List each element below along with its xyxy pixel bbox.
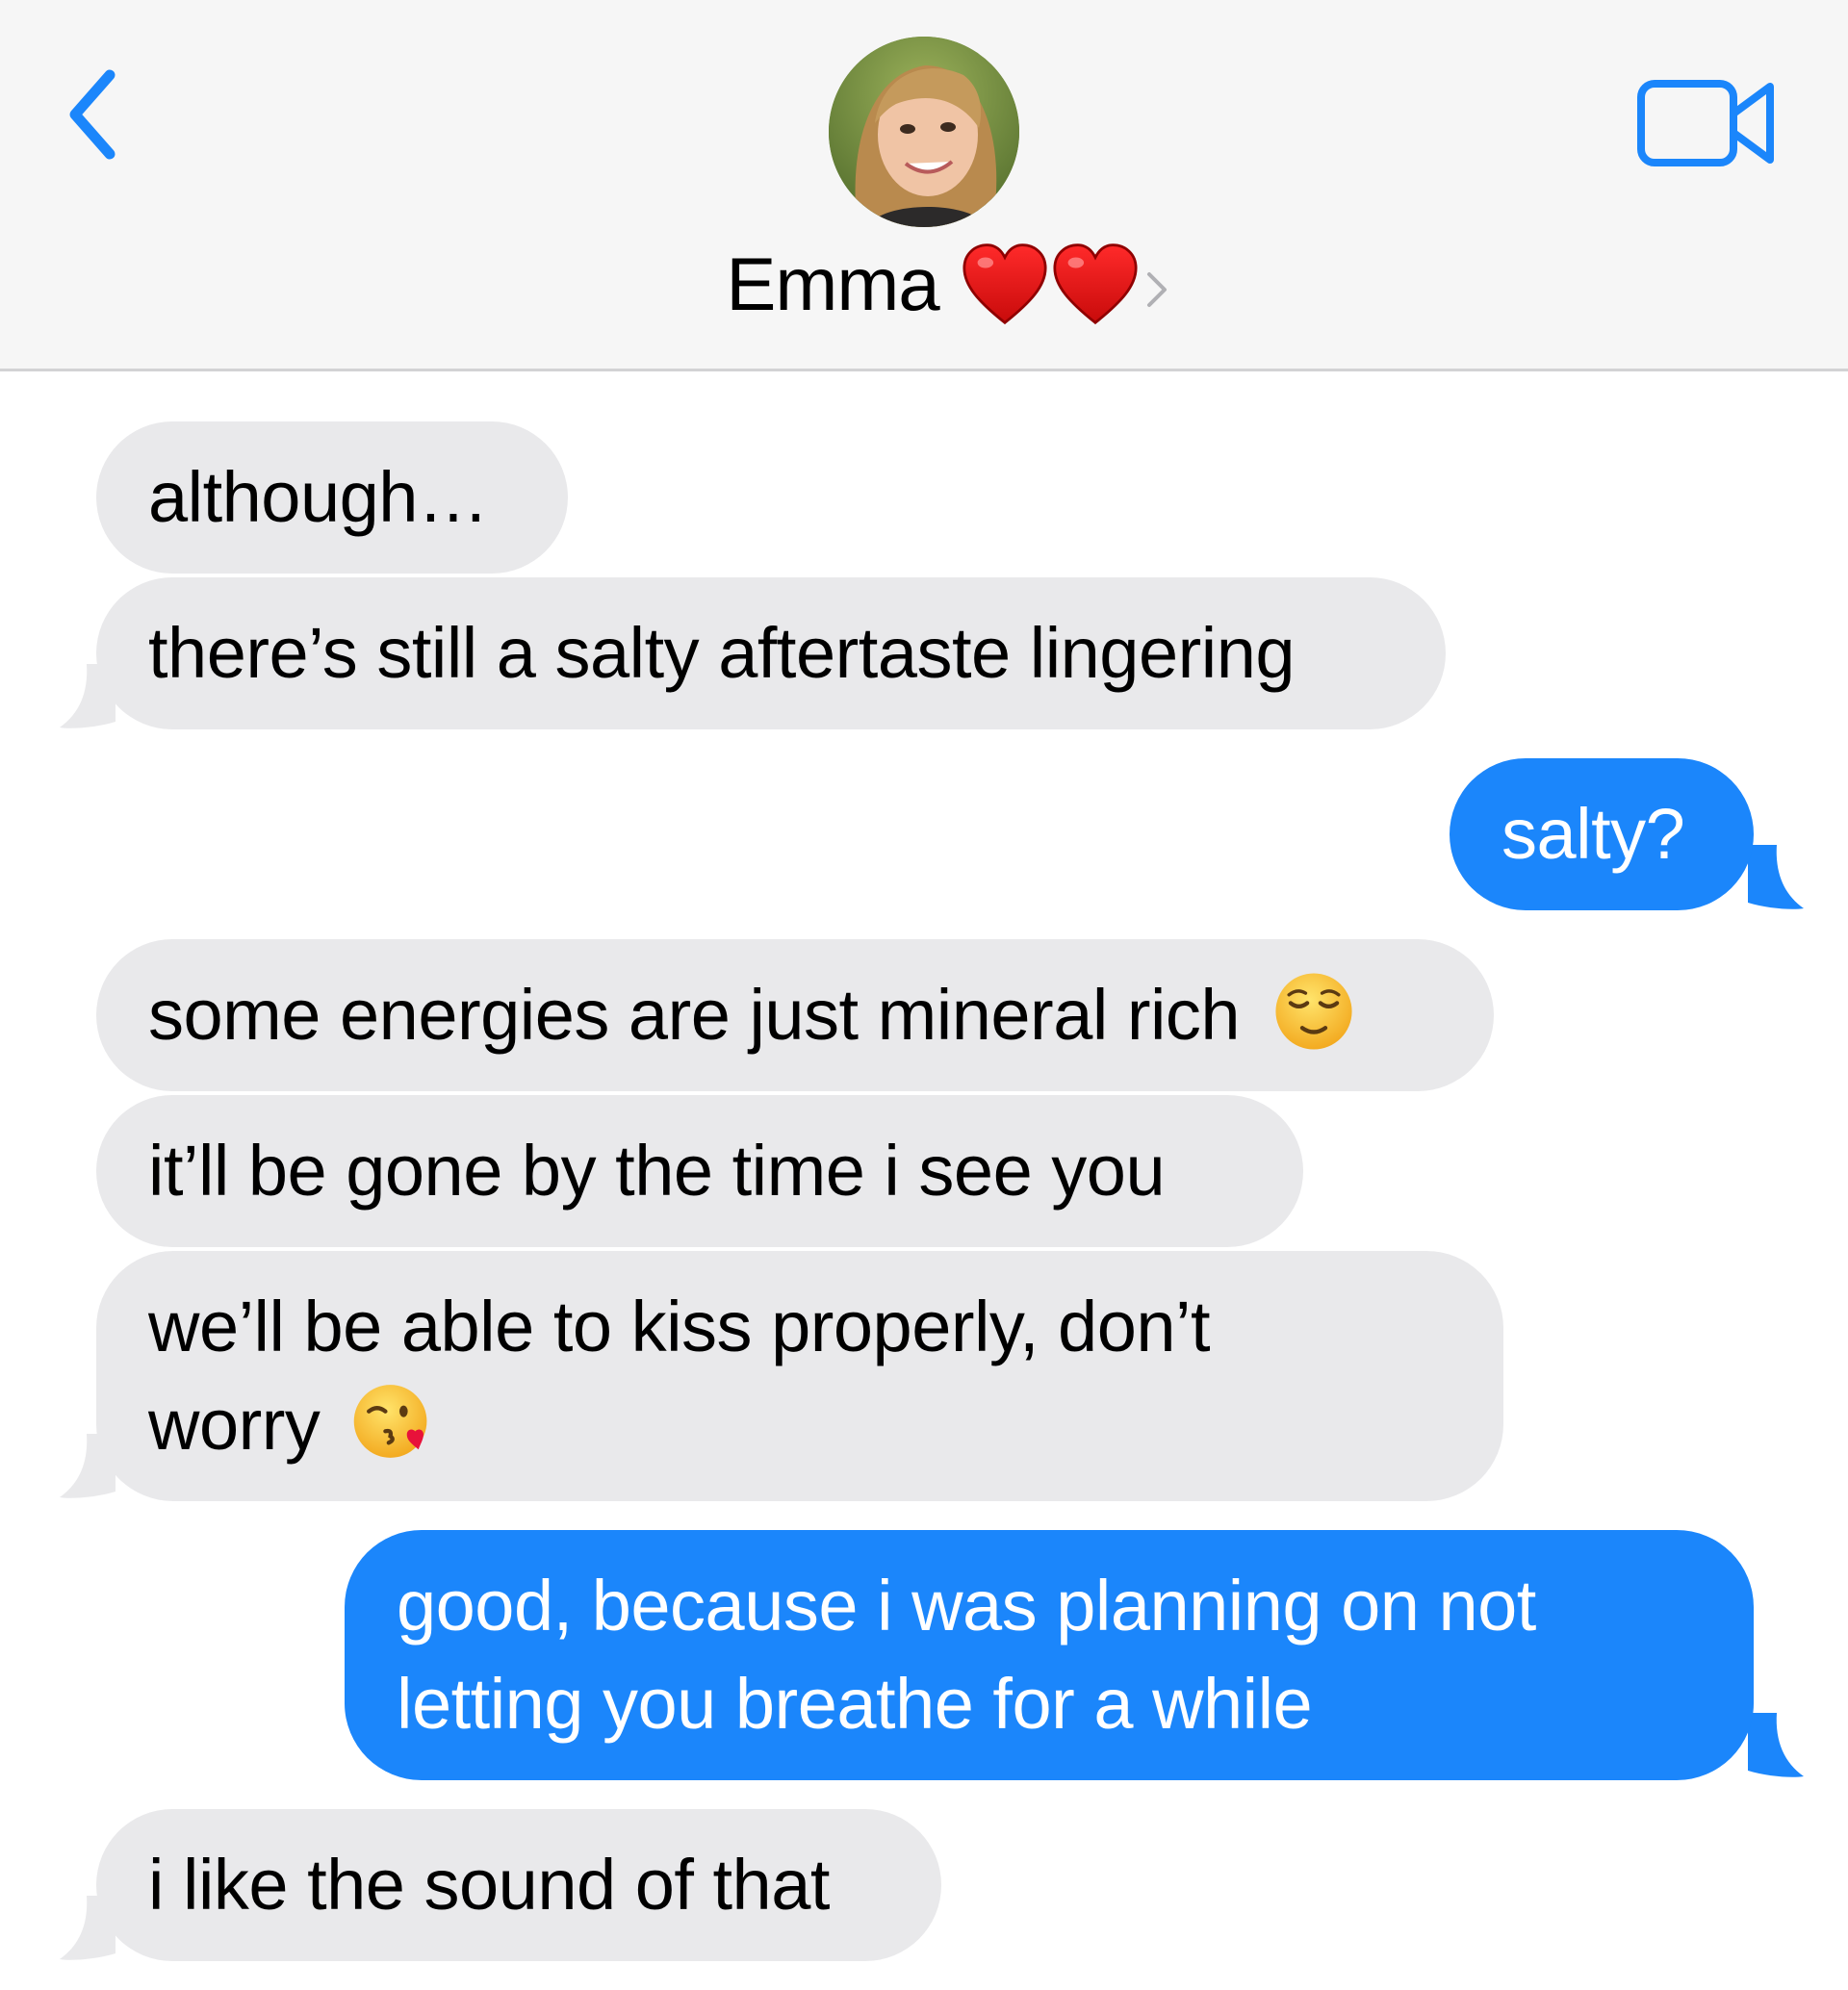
message-bubble: salty? [1450, 758, 1754, 910]
video-camera-icon [1637, 80, 1774, 166]
message-thread: although… there’s still a salty aftertas… [0, 371, 1848, 1990]
relieved-face-icon [1275, 973, 1352, 1050]
message-text: it’ll be gone by the time i see you [148, 1131, 1166, 1211]
message-text: there’s still a salty aftertaste lingeri… [148, 613, 1296, 693]
message-text: i like the sound of that [148, 1845, 830, 1925]
chevron-right-icon [1146, 272, 1167, 307]
message-text-line: letting you breathe for a while [397, 1664, 1313, 1744]
message-text-line: we’ll be able to kiss properly, don’t [148, 1287, 1211, 1366]
contact-title[interactable]: Emma [0, 231, 1848, 337]
message-text: worry [148, 1385, 321, 1465]
red-heart-icon [962, 243, 1047, 325]
message-incoming[interactable]: we’ll be able to kiss properly, don’t wo… [60, 1251, 1503, 1501]
message-bubble: although… [96, 421, 568, 574]
chevron-left-icon [69, 69, 116, 160]
message-text: although… [148, 457, 489, 537]
message-text-line: good, because i was planning on not [397, 1566, 1536, 1646]
face-blowing-kiss-icon [354, 1385, 427, 1458]
message-bubble: we’ll be able to kiss properly, don’t wo… [96, 1251, 1503, 1501]
back-button[interactable] [56, 62, 133, 167]
message-bubble: it’ll be gone by the time i see you [96, 1095, 1303, 1247]
bubble-tail [1748, 845, 1804, 909]
message-text: salty? [1502, 794, 1685, 874]
message-incoming[interactable]: it’ll be gone by the time i see you [96, 1095, 1303, 1247]
message-bubble: some energies are just mineral rich [96, 939, 1494, 1091]
message-incoming[interactable]: some energies are just mineral rich [96, 939, 1494, 1091]
hearts [961, 242, 1140, 326]
message-bubble: good, because i was planning on not lett… [345, 1530, 1754, 1780]
message-text: some energies are just mineral rich [148, 975, 1241, 1055]
message-incoming[interactable]: i like the sound of that [60, 1809, 941, 1961]
bubble-tail [1748, 1713, 1804, 1777]
message-incoming[interactable]: there’s still a salty aftertaste lingeri… [60, 577, 1446, 729]
contact-name: Emma [726, 241, 939, 326]
message-outgoing[interactable]: salty? [1450, 758, 1804, 910]
contact-avatar[interactable] [829, 37, 1019, 227]
message-text-line: worry [148, 1376, 1451, 1474]
red-heart-icon [1053, 243, 1138, 325]
video-call-button[interactable] [1636, 75, 1781, 171]
conversation-header: Emma [0, 0, 1848, 371]
message-bubble: i like the sound of that [96, 1809, 941, 1961]
message-outgoing[interactable]: good, because i was planning on not lett… [345, 1530, 1804, 1780]
message-bubble: there’s still a salty aftertaste lingeri… [96, 577, 1446, 729]
message-incoming[interactable]: although… [96, 421, 568, 574]
